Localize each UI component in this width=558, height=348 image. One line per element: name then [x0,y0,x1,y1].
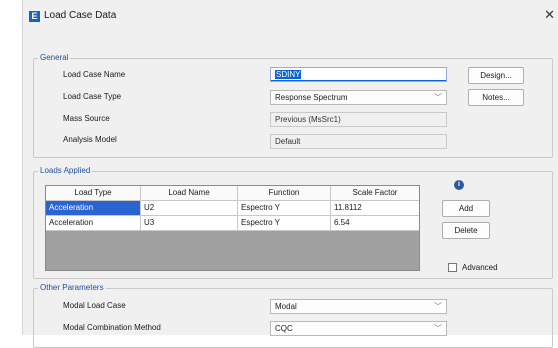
mass-source-label: Mass Source [63,114,110,123]
modal-load-case-select[interactable]: Modal ﹀ [270,299,447,314]
load-type-cell[interactable]: Acceleration [46,216,141,231]
analysis-model-value: Default [275,137,301,146]
title-bar: E Load Case Data ✕ [23,0,558,35]
column-header[interactable]: Function [238,186,331,201]
function-cell[interactable]: Espectro Y [238,201,331,216]
load-name-cell[interactable]: U3 [141,216,238,231]
chevron-down-icon: ﹀ [434,93,442,102]
modal-load-case-value: Modal [275,302,297,311]
scale-factor-cell[interactable]: 11.8112 [331,201,419,216]
load-case-type-value: Response Spectrum [275,93,348,102]
table-row[interactable]: Acceleration U2 Espectro Y 11.8112 [46,201,419,216]
chevron-down-icon: ﹀ [434,324,442,333]
column-header[interactable]: Scale Factor [331,186,419,201]
mass-source-value: Previous (MsSrc1) [275,115,341,124]
column-header[interactable]: Load Type [46,186,141,201]
advanced-checkbox[interactable] [448,263,457,272]
load-case-dialog: E Load Case Data ✕ General Load Case Nam… [22,0,558,348]
mass-source-field: Previous (MsSrc1) [270,112,447,127]
analysis-model-field: Default [270,134,447,149]
other-parameters-group: Other Parameters Modal Load Case Modal ﹀… [33,283,553,348]
delete-button[interactable]: Delete [442,222,490,239]
modal-combination-select[interactable]: CQC ﹀ [270,321,447,336]
load-case-type-label: Load Case Type [63,92,122,101]
table-header: Load Type Load Name Function Scale Facto… [46,186,419,201]
scale-factor-cell[interactable]: 6.54 [331,216,419,231]
app-icon: E [29,11,40,22]
load-type-cell[interactable]: Acceleration [46,201,141,216]
modal-load-case-label: Modal Load Case [63,301,126,310]
general-group: General Load Case Name SDINY Load Case T… [33,53,553,158]
modal-combination-label: Modal Combination Method [63,323,161,332]
general-legend: General [38,53,71,62]
focus-underline [271,80,446,81]
window-title: Load Case Data [44,10,117,21]
other-parameters-legend: Other Parameters [38,283,106,292]
loads-table[interactable]: Load Type Load Name Function Scale Facto… [45,185,420,271]
design-button[interactable]: Design... [468,67,524,84]
load-case-name-input[interactable]: SDINY [270,67,447,82]
load-case-name-value: SDINY [275,70,302,79]
add-button[interactable]: Add [442,200,490,217]
load-case-name-label: Load Case Name [63,70,126,79]
table-row[interactable]: Acceleration U3 Espectro Y 6.54 [46,216,419,231]
function-cell[interactable]: Espectro Y [238,216,331,231]
modal-combination-value: CQC [275,324,293,333]
notes-button[interactable]: Notes... [468,89,524,106]
advanced-label[interactable]: Advanced [462,263,498,272]
close-icon[interactable]: ✕ [544,7,555,23]
load-case-type-select[interactable]: Response Spectrum ﹀ [270,90,447,105]
info-icon[interactable]: i [454,180,464,190]
chevron-down-icon: ﹀ [434,302,442,311]
loads-applied-group: Loads Applied Load Type Load Name Functi… [33,166,553,279]
loads-applied-legend: Loads Applied [38,166,93,175]
load-name-cell[interactable]: U2 [141,201,238,216]
analysis-model-label: Analysis Model [63,135,117,144]
column-header[interactable]: Load Name [141,186,238,201]
